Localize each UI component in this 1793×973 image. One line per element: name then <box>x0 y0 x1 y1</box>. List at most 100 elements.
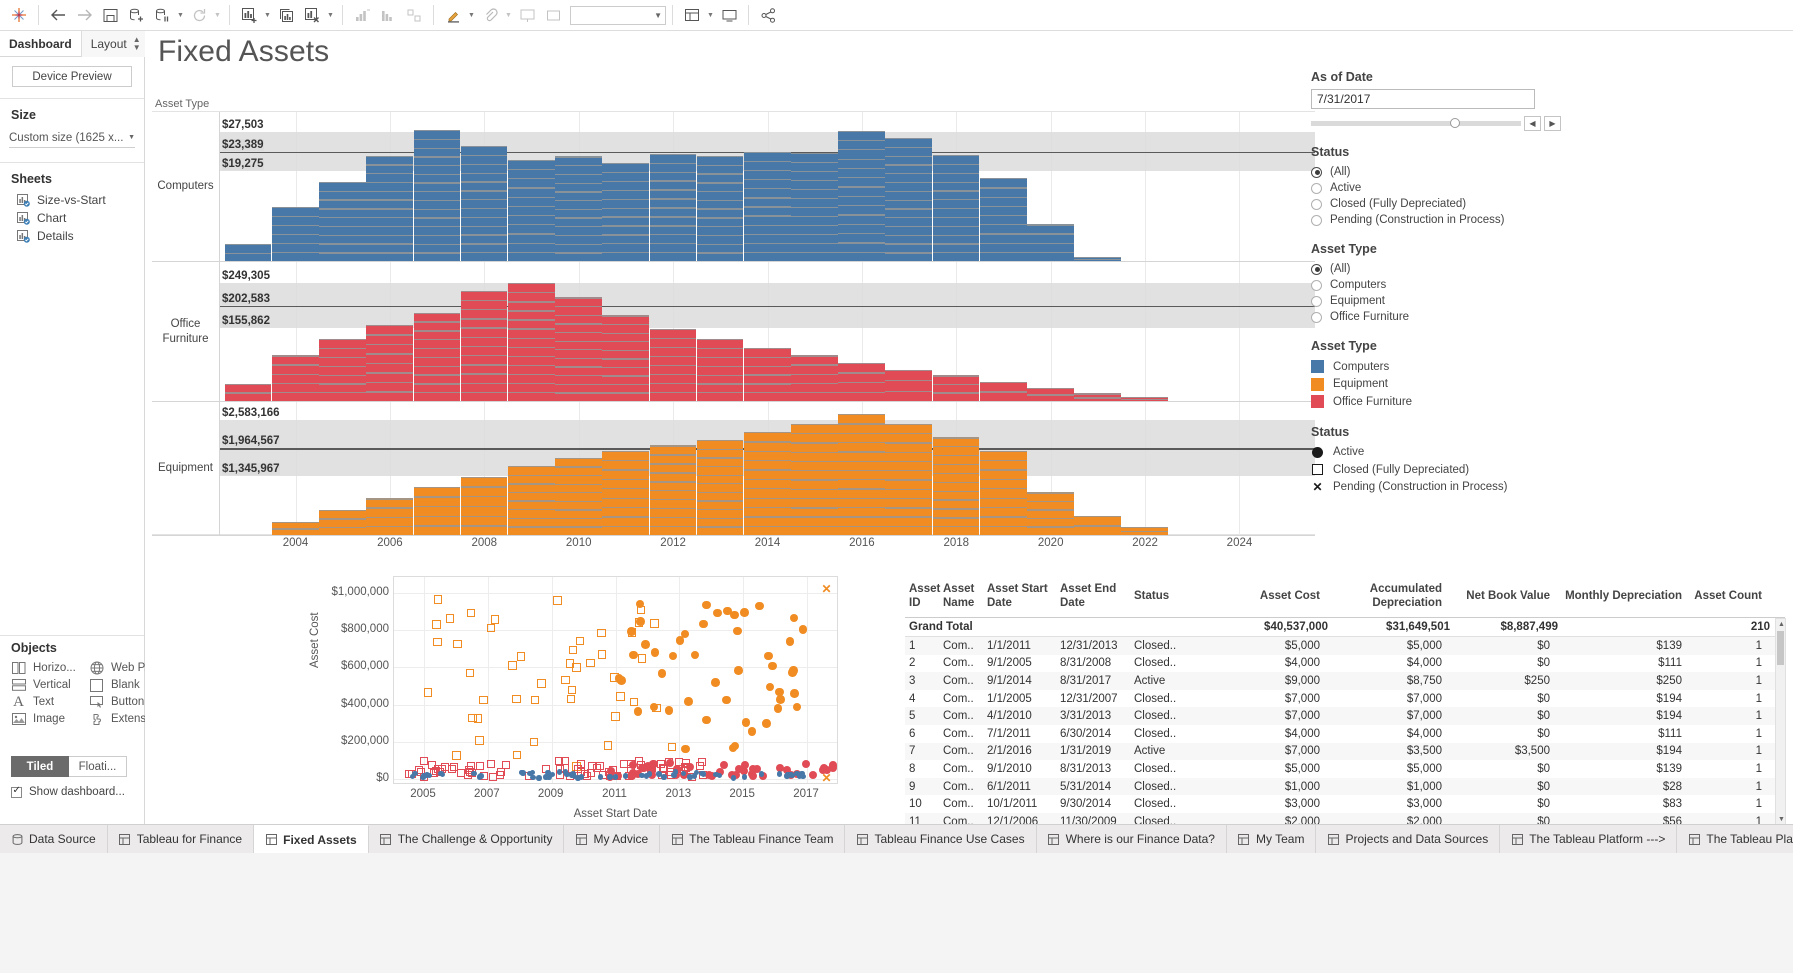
show-dashboard-checkbox[interactable] <box>11 787 22 798</box>
table-row[interactable]: 5Com..4/1/20103/31/2013Closed..$7,000$7,… <box>905 707 1785 725</box>
radio-button[interactable] <box>1311 167 1322 178</box>
chevron-down-icon-refresh[interactable]: ▼ <box>212 2 223 28</box>
scatter-mark[interactable] <box>638 654 647 663</box>
scatter-mark[interactable] <box>497 768 505 776</box>
table-header-asset-end-date[interactable]: Asset End Date <box>1056 576 1130 617</box>
chevron-right-icon[interactable]: ▶ <box>1544 116 1561 131</box>
save-icon[interactable] <box>97 2 123 28</box>
bar-mark[interactable] <box>791 424 838 535</box>
scatter-mark[interactable] <box>479 696 488 705</box>
scatter-mark[interactable] <box>567 695 576 704</box>
bar-mark[interactable] <box>650 445 697 535</box>
new-sheet-icon[interactable] <box>236 2 262 28</box>
scatter-mark[interactable] <box>467 762 475 770</box>
scatter-mark[interactable] <box>668 743 677 752</box>
fit-icon[interactable] <box>540 2 566 28</box>
scatter-mark[interactable] <box>644 773 650 779</box>
scatter-mark[interactable] <box>789 666 798 675</box>
sheet-tab-my-advice[interactable]: My Advice <box>564 825 660 853</box>
bar-mark[interactable] <box>1027 492 1074 535</box>
asset-type-filter-option[interactable]: Computers <box>1311 277 1611 293</box>
scatter-mark[interactable] <box>742 718 751 727</box>
scatter-mark[interactable] <box>731 775 737 781</box>
bar-mark[interactable] <box>414 313 461 401</box>
bar-chart-panels[interactable]: Computers$27,503$23,389$19,275OfficeFurn… <box>152 111 1315 535</box>
bar-mark[interactable] <box>791 355 838 401</box>
scatter-mark[interactable] <box>699 620 708 629</box>
bar-mark[interactable] <box>319 339 366 401</box>
sheet-tab-strip[interactable]: Data SourceTableau for FinanceFixed Asse… <box>0 825 1793 853</box>
scatter-mark[interactable] <box>766 683 775 692</box>
bar-mark[interactable] <box>933 375 980 401</box>
bar-mark[interactable] <box>933 155 980 261</box>
bar-mark[interactable] <box>650 329 697 401</box>
scatter-mark[interactable] <box>448 765 456 773</box>
bar-mark[interactable] <box>366 156 413 261</box>
shape-legend-item[interactable]: Closed (Fully Depreciated) <box>1311 461 1611 479</box>
bar-mark[interactable] <box>508 466 555 535</box>
chevron-down-icon-newsheet[interactable]: ▼ <box>262 2 273 28</box>
scatter-mark[interactable] <box>607 774 613 780</box>
slider-knob[interactable] <box>1450 118 1460 128</box>
scatter-mark[interactable] <box>438 771 444 777</box>
bar-mark[interactable] <box>697 339 744 401</box>
table-row[interactable]: 9Com..6/1/20115/31/2014Closed..$1,000$1,… <box>905 778 1785 796</box>
bar-mark[interactable] <box>272 355 319 401</box>
scatter-mark[interactable] <box>487 760 495 768</box>
bar-panel-equipment[interactable]: Equipment$2,583,166$1,964,567$1,345,967 <box>152 402 1315 536</box>
scatter-mark[interactable] <box>597 629 606 638</box>
sheet-tab-data-source[interactable]: Data Source <box>0 825 108 853</box>
scatter-mark[interactable] <box>681 745 690 754</box>
bar-mark[interactable] <box>225 244 272 261</box>
sheet-tab-projects-and-data-sources[interactable]: Projects and Data Sources <box>1316 825 1500 853</box>
scatter-mark[interactable] <box>586 659 595 668</box>
scatter-mark[interactable] <box>604 741 613 750</box>
bar-mark[interactable] <box>838 414 885 535</box>
scatter-mark[interactable] <box>520 770 526 776</box>
table-row[interactable]: 4Com..1/1/200512/31/2007Closed..$7,000$7… <box>905 690 1785 708</box>
presentation-icon[interactable] <box>514 2 540 28</box>
scatter-mark[interactable] <box>487 624 496 633</box>
table-header-accumulated-depreciation[interactable]: Accumulated Depreciation <box>1324 576 1446 617</box>
scatter-mark[interactable] <box>412 771 418 777</box>
sheet-tab-the-challenge-opportunity[interactable]: The Challenge & Opportunity <box>369 825 565 853</box>
object-vertical[interactable]: Vertical <box>11 678 89 692</box>
bar-mark[interactable] <box>414 487 461 535</box>
paperclip-icon[interactable] <box>477 2 503 28</box>
share-icon[interactable] <box>755 2 781 28</box>
table-row[interactable]: 10Com..10/1/20119/30/2014Closed..$3,000$… <box>905 795 1785 813</box>
duplicate-sheet-icon[interactable] <box>273 2 299 28</box>
scatter-mark[interactable] <box>740 608 749 617</box>
radio-button[interactable] <box>1311 280 1322 291</box>
scatter-mark[interactable] <box>784 773 790 779</box>
scatter-mark[interactable] <box>536 775 542 781</box>
bar-mark[interactable] <box>980 382 1027 401</box>
bar-mark[interactable] <box>791 153 838 261</box>
device-preview-button[interactable]: Device Preview <box>12 66 132 87</box>
scatter-mark[interactable] <box>669 652 678 661</box>
fit-dropdown[interactable]: ▼ <box>570 6 666 25</box>
database-pause-icon[interactable] <box>149 2 175 28</box>
status-filter-option[interactable]: Active <box>1311 180 1611 196</box>
bar-mark[interactable] <box>1027 388 1074 401</box>
scatter-mark[interactable] <box>661 774 667 780</box>
show-dashboard-title-row[interactable]: Show dashboard... <box>0 786 125 798</box>
scatter-mark[interactable] <box>627 627 636 636</box>
scatter-mark[interactable] <box>768 662 777 671</box>
object-image[interactable]: Image <box>11 712 89 726</box>
table-header-asset-cost[interactable]: Asset Cost <box>1220 576 1324 617</box>
table-row[interactable]: 7Com..2/1/20161/31/2019Active$7,000$3,50… <box>905 743 1785 761</box>
bar-plot-area[interactable]: $2,583,166$1,964,567$1,345,967 <box>220 402 1315 535</box>
scatter-mark[interactable] <box>531 696 540 705</box>
bar-mark[interactable] <box>1074 516 1121 535</box>
table-row[interactable]: 6Com..7/1/20116/30/2014Closed..$4,000$4,… <box>905 725 1785 743</box>
bar-mark[interactable] <box>366 498 413 535</box>
scatter-mark[interactable] <box>641 640 650 649</box>
scatter-mark[interactable] <box>809 771 817 779</box>
scatter-mark[interactable] <box>616 692 625 701</box>
scatter-mark[interactable] <box>748 727 757 736</box>
bar-mark[interactable] <box>366 325 413 401</box>
chevron-down-icon-highlight[interactable]: ▼ <box>466 2 477 28</box>
scatter-mark[interactable] <box>687 774 693 780</box>
bar-mark[interactable] <box>319 510 366 535</box>
